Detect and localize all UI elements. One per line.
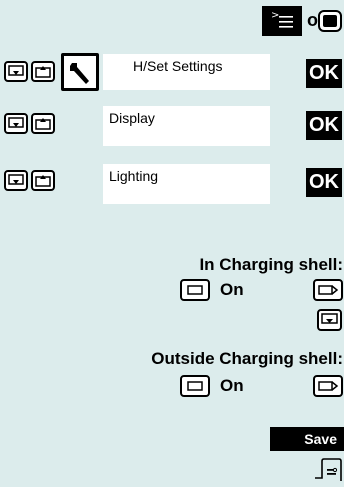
ok-button[interactable]: OK bbox=[306, 111, 342, 140]
menu-item-lighting[interactable]: Lighting bbox=[103, 164, 270, 204]
menu-item-label: H/Set Settings bbox=[133, 58, 223, 74]
nav-up-key-icon[interactable] bbox=[31, 170, 55, 191]
left-select-key-icon[interactable] bbox=[180, 375, 210, 397]
display-key-icon[interactable] bbox=[318, 10, 342, 32]
ok-button[interactable]: OK bbox=[306, 168, 342, 197]
in-charging-value: On bbox=[220, 280, 244, 299]
menu-item-label: Display bbox=[109, 110, 155, 126]
in-charging-heading: In Charging shell: bbox=[199, 255, 343, 274]
menu-item-display[interactable]: Display bbox=[103, 106, 270, 146]
menu-item-handset-settings[interactable]: H/Set Settings bbox=[103, 54, 270, 90]
save-button[interactable]: Save bbox=[270, 427, 344, 451]
svg-text:>: > bbox=[271, 10, 279, 21]
right-select-key-icon[interactable] bbox=[313, 279, 343, 301]
nav-down-key-icon[interactable] bbox=[4, 61, 28, 82]
left-select-key-icon[interactable] bbox=[180, 279, 210, 301]
right-select-key-icon[interactable] bbox=[313, 375, 343, 397]
settings-wrench-icon bbox=[61, 53, 99, 91]
menu-key-icon[interactable]: > bbox=[262, 6, 302, 36]
nav-down-key-icon[interactable] bbox=[4, 113, 28, 134]
nav-up-key-icon[interactable] bbox=[31, 61, 55, 82]
menu-item-label: Lighting bbox=[109, 168, 159, 184]
outside-charging-value: On bbox=[220, 376, 244, 395]
nav-up-key-icon[interactable] bbox=[31, 113, 55, 134]
outside-charging-heading: Outside Charging shell: bbox=[151, 349, 343, 368]
nav-down-key-icon[interactable] bbox=[317, 309, 342, 331]
ok-button[interactable]: OK bbox=[306, 59, 342, 88]
end-call-key-icon[interactable] bbox=[314, 458, 342, 482]
nav-down-key-icon[interactable] bbox=[4, 170, 28, 191]
